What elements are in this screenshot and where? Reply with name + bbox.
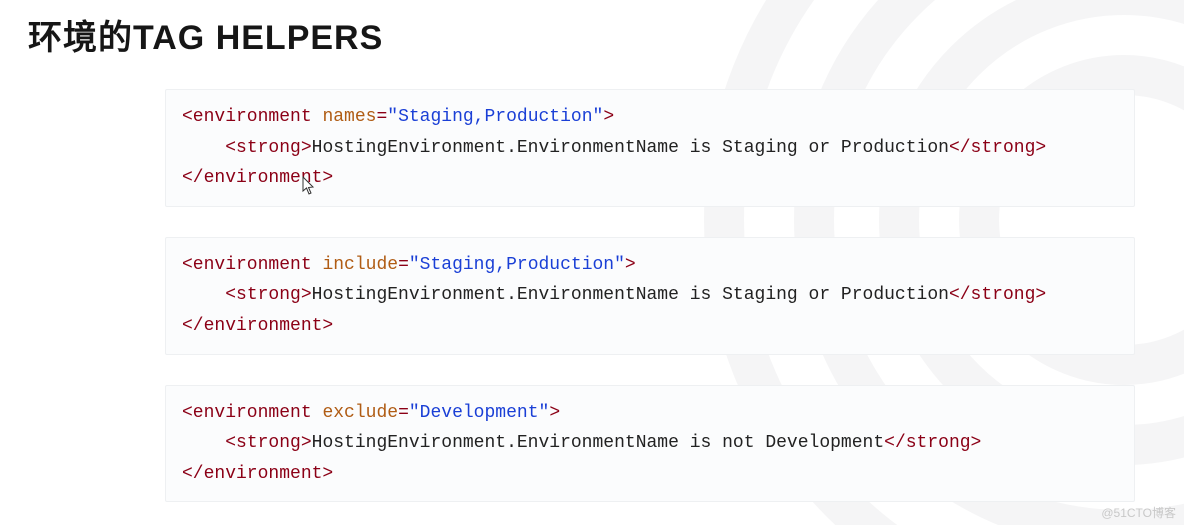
code-block: <environment exclude="Development"> <str…	[165, 385, 1135, 503]
watermark: @51CTO博客	[1101, 504, 1176, 521]
code-block: <environment names="Staging,Production">…	[165, 89, 1135, 207]
code-blocks-container: <environment names="Staging,Production">…	[165, 89, 1135, 502]
page-title: 环境的TAG HELPERS	[0, 0, 1184, 59]
code-block: <environment include="Staging,Production…	[165, 237, 1135, 355]
